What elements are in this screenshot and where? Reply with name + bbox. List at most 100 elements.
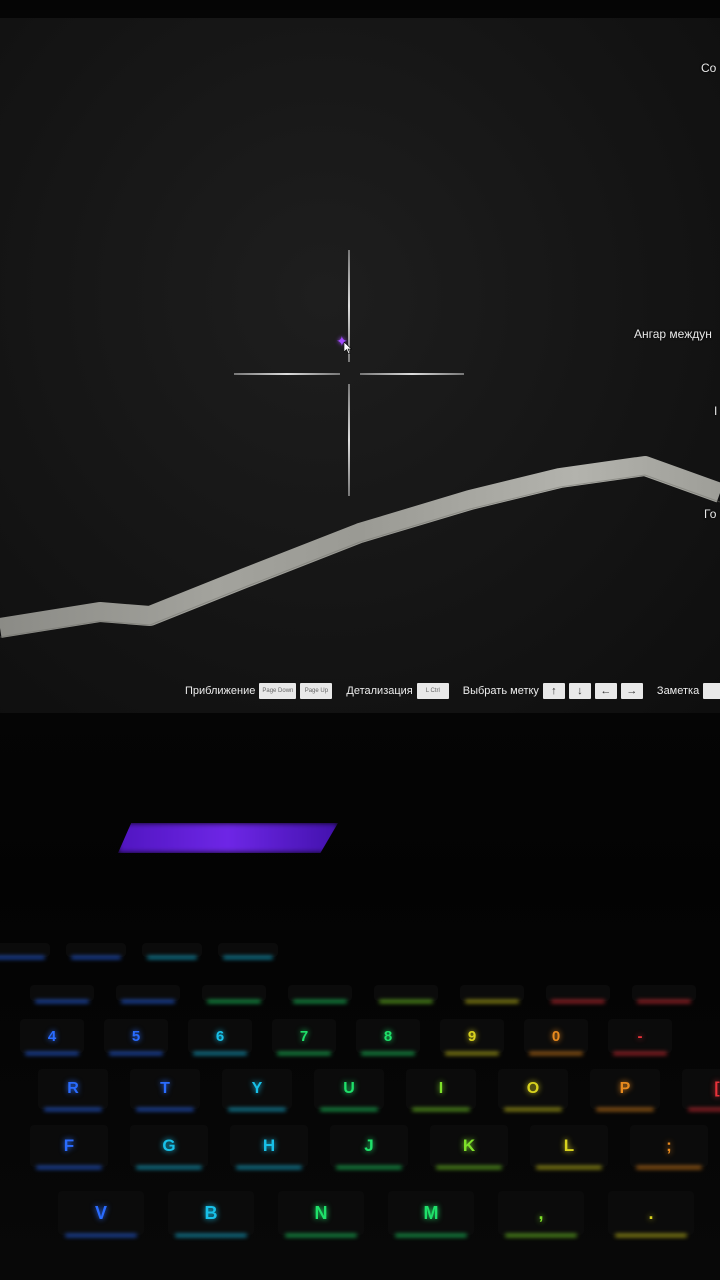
- keyboard-key-label: M: [423, 1202, 439, 1223]
- keyboard-key: K: [430, 1125, 508, 1167]
- keyboard-key-label: U: [343, 1080, 355, 1097]
- video-frame: Co Ангар междун I Го ✦ Приближение Page …: [0, 0, 720, 1280]
- keyboard-key: [142, 943, 202, 957]
- hint-zoom-label: Приближение: [185, 685, 256, 697]
- keyboard-key: O: [498, 1069, 568, 1109]
- keyboard-key-label: 9: [467, 1027, 477, 1045]
- keyboard-key: ,: [498, 1191, 584, 1235]
- keyboard-key: [30, 985, 94, 1001]
- keyboard-key-label: N: [314, 1202, 328, 1223]
- arrow-left-icon: ←: [594, 683, 617, 699]
- keyboard-key: [632, 985, 696, 1001]
- keyboard-key: 4: [20, 1019, 84, 1053]
- keyboard-key-label: J: [364, 1136, 374, 1155]
- keyboard-key: 6: [188, 1019, 252, 1053]
- map-label-hangar[interactable]: Ангар междун: [634, 327, 712, 341]
- hint-note: Заметка: [657, 683, 720, 699]
- keyboard-key: [218, 943, 278, 957]
- keyboard-key-label: 5: [131, 1027, 141, 1045]
- keyboard-key: N: [278, 1191, 364, 1235]
- keyboard-key-label: H: [262, 1136, 276, 1155]
- keyboard-key: V: [58, 1191, 144, 1235]
- crosshair-horizontal-right: [360, 373, 464, 375]
- map-road: [0, 456, 720, 638]
- map-screen: Co Ангар междун I Го ✦ Приближение Page …: [0, 18, 720, 713]
- key-page-up: Page Up: [300, 683, 333, 699]
- keyboard-key: F: [30, 1125, 108, 1167]
- keyboard-key: B: [168, 1191, 254, 1235]
- keyboard-key: U: [314, 1069, 384, 1109]
- key-left-ctrl: L Ctrl: [416, 683, 449, 699]
- keyboard-key: ;: [630, 1125, 708, 1167]
- keyboard-key: [288, 985, 352, 1001]
- keyboard-key: [0, 943, 50, 957]
- rgb-logo-glow: [118, 823, 338, 853]
- keyboard-key-label: B: [204, 1202, 218, 1223]
- keyboard-key: R: [38, 1069, 108, 1109]
- keyboard-key-label: -: [637, 1027, 643, 1045]
- laptop-keyboard: 4 5 6 7 8 9 0 - R T Y U I O P [ F G H J K L; V B N M,.: [0, 713, 720, 1280]
- keyboard-row-numbers: 4 5 6 7 8 9 0 -: [0, 1019, 720, 1059]
- keyboard-key-label: L: [563, 1136, 575, 1155]
- keyboard-key: I: [406, 1069, 476, 1109]
- keyboard-key: 0: [524, 1019, 588, 1053]
- keyboard-key: H: [230, 1125, 308, 1167]
- keyboard-key: 5: [104, 1019, 168, 1053]
- arrow-down-icon: ↓: [568, 683, 591, 699]
- keyboard-key: [66, 943, 126, 957]
- keyboard-key: [116, 985, 180, 1001]
- keyboard-key-label: P: [619, 1080, 631, 1097]
- keyboard-key: [546, 985, 610, 1001]
- keyboard-key-label: 4: [47, 1027, 57, 1045]
- hint-note-label: Заметка: [656, 685, 700, 697]
- map-label-mid-right[interactable]: I: [714, 404, 717, 418]
- keyboard-key-label: F: [63, 1136, 75, 1155]
- keyboard-key: [374, 985, 438, 1001]
- keyboard-key: J: [330, 1125, 408, 1167]
- hint-zoom: Приближение Page Down Page Up: [185, 683, 333, 699]
- keyboard-key-label: ;: [666, 1136, 672, 1155]
- keyboard-row-top: R T Y U I O P [: [0, 1069, 720, 1109]
- keyboard-key-label: ,: [538, 1202, 544, 1223]
- keyboard-key-label: [: [714, 1080, 720, 1097]
- keyboard-key: [: [682, 1069, 720, 1109]
- hint-select-label: Выбрать метку: [462, 685, 539, 697]
- keyboard-key-label: Y: [251, 1080, 263, 1097]
- keyboard-key-label: I: [438, 1080, 444, 1097]
- crosshair-vertical-bottom: [348, 384, 350, 496]
- keyboard-key-label: 8: [383, 1027, 393, 1045]
- keyboard-key: .: [608, 1191, 694, 1235]
- keyboard-key: M: [388, 1191, 474, 1235]
- hint-detail: Детализация L Ctrl: [346, 683, 449, 699]
- keyboard-key: 9: [440, 1019, 504, 1053]
- keyboard-key-label: O: [526, 1080, 540, 1097]
- keyboard-key: [202, 985, 266, 1001]
- keyboard-key-label: 0: [551, 1027, 561, 1045]
- crosshair-horizontal-left: [234, 373, 340, 375]
- keyboard-key: L: [530, 1125, 608, 1167]
- keyboard-key: Y: [222, 1069, 292, 1109]
- keyboard-row-bottom: V B N M,.: [0, 1191, 720, 1235]
- screen-bezel: [0, 0, 720, 18]
- keyboard-key: G: [130, 1125, 208, 1167]
- arrow-right-icon: →: [620, 683, 643, 699]
- keyboard-key-label: 7: [299, 1027, 309, 1045]
- keyboard-key: T: [130, 1069, 200, 1109]
- keyboard-key: 8: [356, 1019, 420, 1053]
- keyboard-key-label: .: [648, 1202, 654, 1223]
- keyboard-key-label: V: [94, 1202, 107, 1223]
- mouse-cursor-icon: [344, 342, 352, 354]
- keyboard-key-label: K: [462, 1136, 476, 1155]
- map-canvas[interactable]: [0, 18, 720, 713]
- keyboard-key-label: T: [160, 1080, 170, 1097]
- keyboard-row-home: F G H J K L;: [0, 1125, 720, 1167]
- arrow-up-icon: ↑: [542, 683, 565, 699]
- map-label-top-right[interactable]: Co: [701, 61, 716, 75]
- keyboard-key: -: [608, 1019, 672, 1053]
- keyboard-key: P: [590, 1069, 660, 1109]
- keyboard-key: [460, 985, 524, 1001]
- map-label-lower-right[interactable]: Го: [704, 507, 716, 521]
- hint-select-marker: Выбрать метку ↑ ↓ ← →: [463, 683, 643, 699]
- keyboard-row-fn: [0, 943, 720, 983]
- controls-hint-bar: Приближение Page Down Page Up Детализаци…: [185, 680, 720, 702]
